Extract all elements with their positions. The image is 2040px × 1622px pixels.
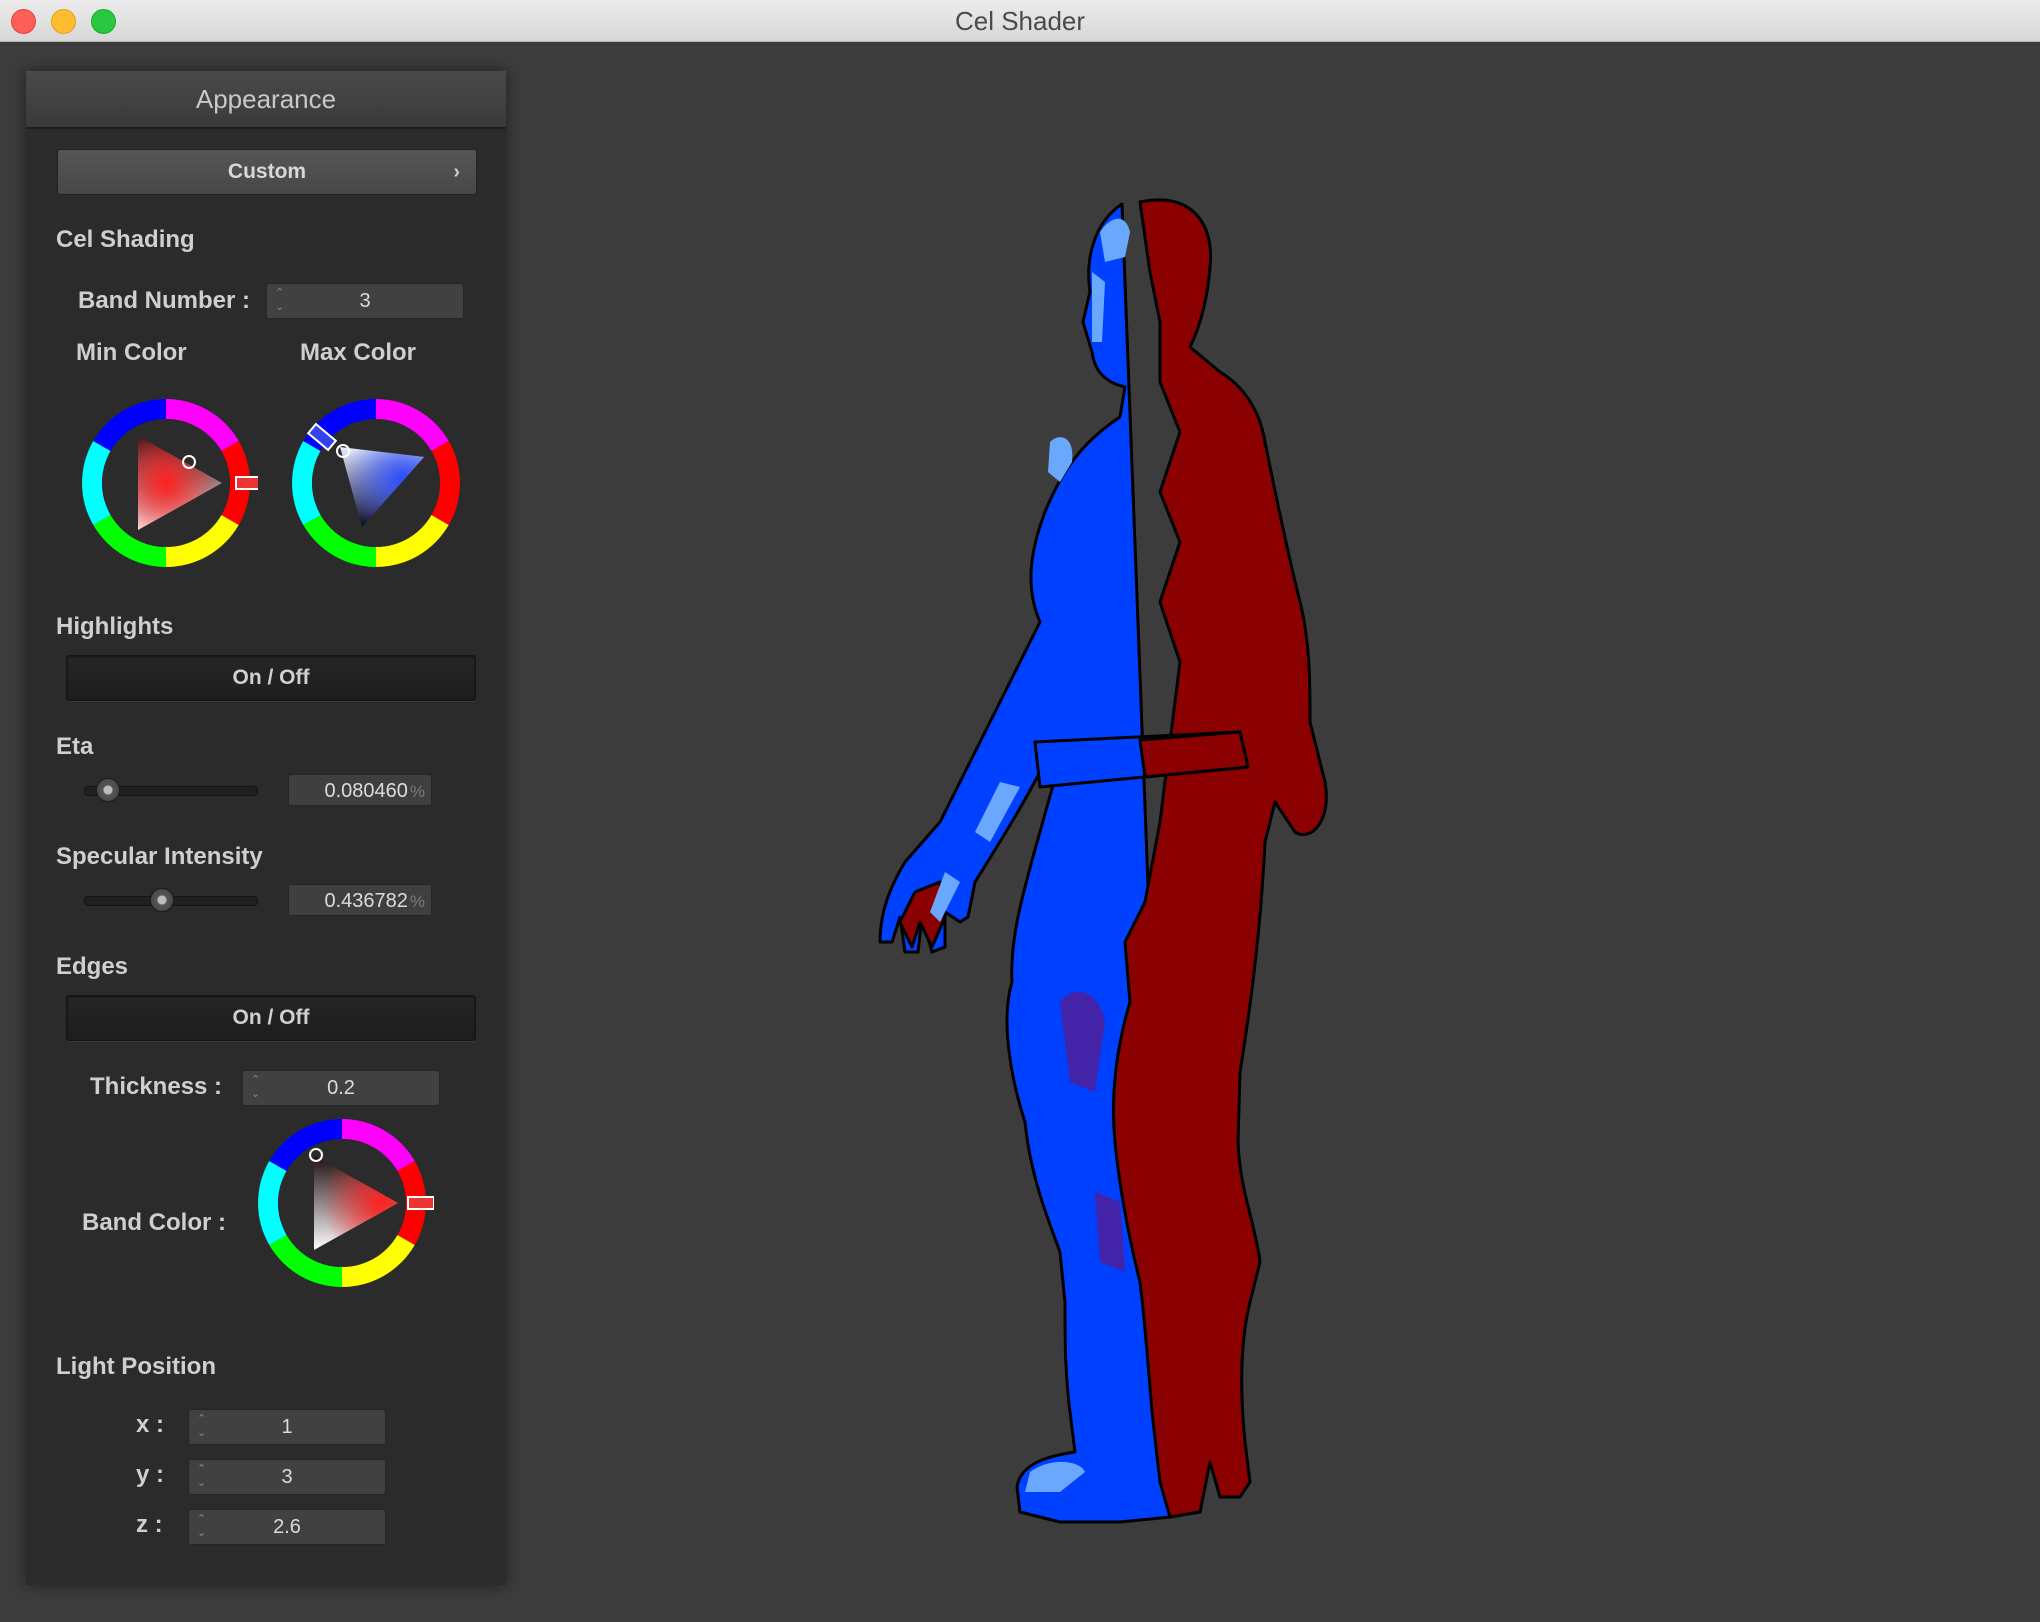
window-title: Cel Shader [954, 6, 1086, 36]
band-color-label: Band Color : [82, 1209, 226, 1236]
cel-shading-title: Cel Shading [56, 226, 195, 253]
highlights-toggle-button[interactable]: On / Off [66, 655, 476, 701]
light-z-input[interactable]: ⌃ ⌄ 2.6 [188, 1509, 386, 1545]
specular-slider-knob[interactable] [150, 888, 174, 912]
light-y-label: y : [136, 1461, 165, 1488]
light-x-input[interactable]: ⌃ ⌄ 1 [188, 1409, 386, 1445]
stepper-arrows-icon[interactable]: ⌃ ⌄ [275, 286, 284, 314]
band-number-label: Band Number : [78, 287, 251, 314]
band-number-input[interactable]: ⌃ ⌄ 3 [266, 283, 464, 319]
preset-label: Custom [227, 160, 307, 183]
stepper-arrows-icon[interactable]: ⌃ ⌄ [197, 1412, 206, 1440]
cel-shaded-figure[interactable] [878, 198, 1328, 1524]
preset-dropdown[interactable]: Custom › [57, 149, 477, 195]
eta-slider[interactable] [84, 778, 258, 802]
eta-slider-knob[interactable] [96, 778, 120, 802]
appearance-panel: Appearance Custom › Cel Shading Band Num… [26, 71, 506, 1585]
max-color-label: Max Color [300, 339, 417, 366]
specular-value-field[interactable]: 0.436782% [288, 884, 432, 916]
thickness-input[interactable]: ⌃ ⌄ 0.2 [242, 1070, 440, 1106]
render-viewport[interactable] [520, 42, 2040, 1622]
min-color-label: Min Color [76, 339, 187, 366]
panel-header: Appearance [26, 71, 506, 129]
stepper-arrows-icon[interactable]: ⌃ ⌄ [251, 1073, 260, 1101]
highlights-title: Highlights [56, 613, 174, 640]
edges-title: Edges [56, 953, 129, 980]
stepper-arrows-icon[interactable]: ⌃ ⌄ [197, 1512, 206, 1540]
light-y-input[interactable]: ⌃ ⌄ 3 [188, 1459, 386, 1495]
light-position-title: Light Position [56, 1353, 216, 1380]
max-color-wheel[interactable] [284, 391, 468, 575]
min-color-wheel[interactable] [74, 391, 258, 575]
specular-intensity-title: Specular Intensity [56, 843, 263, 870]
stepper-arrows-icon[interactable]: ⌃ ⌄ [197, 1462, 206, 1490]
light-x-label: x : [136, 1411, 165, 1438]
title-bar: Cel Shader [0, 0, 2040, 42]
band-color-wheel[interactable] [250, 1111, 434, 1295]
light-z-label: z : [136, 1511, 163, 1538]
thickness-label: Thickness : [90, 1073, 223, 1100]
hue-handle[interactable] [235, 476, 258, 490]
eta-title: Eta [56, 733, 94, 760]
chevron-right-icon: › [453, 161, 460, 183]
hue-handle[interactable] [407, 1196, 434, 1210]
specular-slider[interactable] [84, 888, 258, 912]
edges-toggle-button[interactable]: On / Off [66, 995, 476, 1041]
eta-value-field[interactable]: 0.080460% [288, 774, 432, 806]
